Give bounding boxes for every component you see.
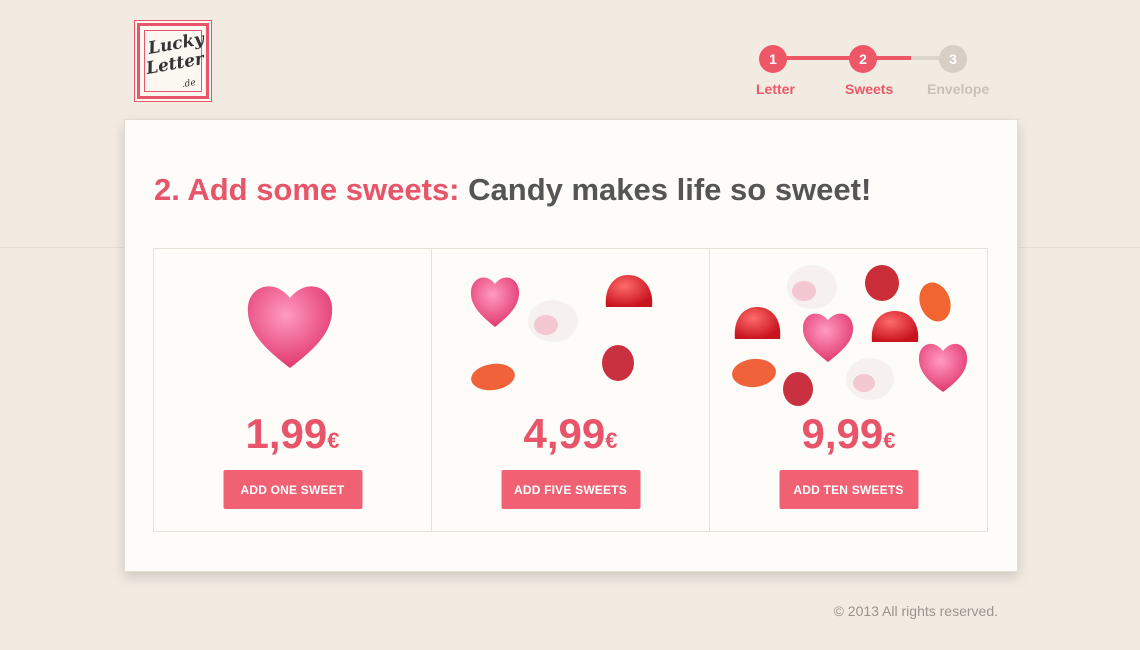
footer-copyright: © 2013 All rights reserved. <box>833 603 998 619</box>
lucky-letter-logo[interactable]: Lucky Letter .de <box>137 23 209 99</box>
ten-sweets-image <box>732 265 968 406</box>
option-ten-sweets: 9,99€ ADD TEN SWEETS <box>710 249 987 531</box>
five-sweets-image <box>470 275 653 391</box>
step-2-label[interactable]: Sweets <box>845 81 893 97</box>
step-2-circle[interactable]: 2 <box>849 45 877 73</box>
add-five-sweets-button[interactable]: ADD FIVE SWEETS <box>501 470 640 509</box>
step-3-circle: 3 <box>939 45 967 73</box>
sweets-options: 1,99€ ADD ONE SWEET 4,99€ ADD FIVE SWEET… <box>153 248 988 532</box>
step-1-circle[interactable]: 1 <box>759 45 787 73</box>
sweets-card: 2. Add some sweets: Candy makes life so … <box>124 119 1018 572</box>
price-one-sweet: 1,99€ <box>154 409 431 466</box>
page-title: 2. Add some sweets: Candy makes life so … <box>154 170 871 210</box>
page-title-step: 2. Add some sweets: <box>154 172 460 207</box>
add-ten-sweets-button[interactable]: ADD TEN SWEETS <box>779 470 918 509</box>
price-ten-sweets: 9,99€ <box>710 409 987 466</box>
step-connector-2 <box>865 56 947 60</box>
step-1-label[interactable]: Letter <box>756 81 795 97</box>
logo-text-domain: .de <box>181 77 197 91</box>
price-five-sweets: 4,99€ <box>432 409 709 466</box>
currency-symbol: € <box>883 428 896 453</box>
option-one-sweet: 1,99€ ADD ONE SWEET <box>154 249 432 531</box>
currency-symbol: € <box>605 428 618 453</box>
price-value: 4,99 <box>523 410 606 457</box>
option-five-sweets: 4,99€ ADD FIVE SWEETS <box>432 249 710 531</box>
price-value: 1,99 <box>245 410 328 457</box>
pink-heart-candy-image <box>247 286 333 368</box>
price-value: 9,99 <box>801 410 884 457</box>
progress-steps: 1 2 3 Letter Sweets Envelope <box>750 43 1000 103</box>
currency-symbol: € <box>327 428 340 453</box>
page-title-tagline: Candy makes life so sweet! <box>459 172 872 207</box>
add-one-sweet-button[interactable]: ADD ONE SWEET <box>223 470 362 509</box>
step-3-label: Envelope <box>927 81 990 97</box>
